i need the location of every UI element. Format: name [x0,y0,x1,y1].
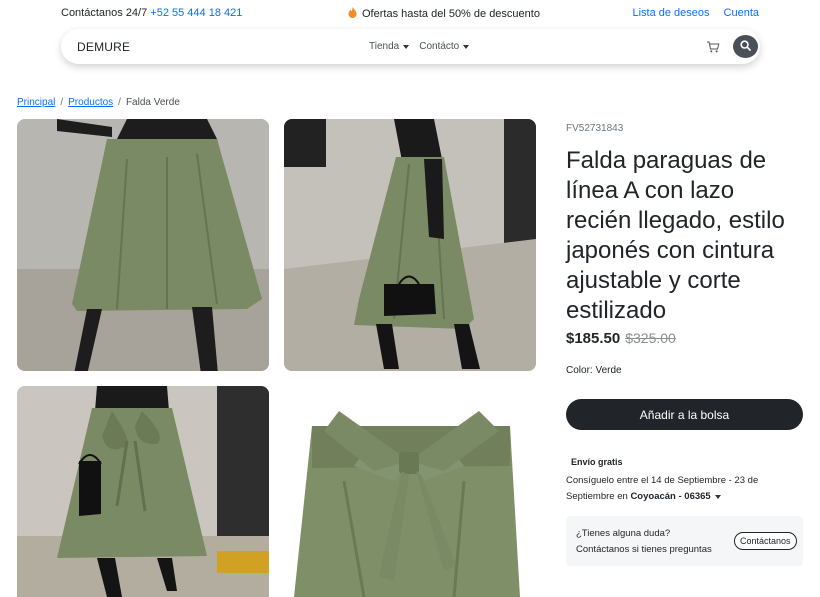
account-links: Lista de deseos Cuenta [632,7,759,19]
shipping-title: Envío gratis [571,457,623,467]
search-icon [740,38,751,56]
phone-link[interactable]: +52 55 444 18 421 [150,7,242,19]
breadcrumb-current: Falda Verde [125,97,180,108]
product-sku: FV52731843 [566,123,624,134]
help-subtitle: Contáctanos si tienes preguntas [576,544,712,555]
product-photo-2[interactable] [284,119,536,371]
shipping-location: Coyoacán - 06365 [630,491,711,502]
product-photo-3[interactable] [17,386,269,597]
breadcrumb-products[interactable]: Productos [68,97,113,108]
breadcrumb-home[interactable]: Principal [17,97,55,108]
help-box: ¿Tienes alguna duda? Contáctanos si tien… [566,516,803,566]
promo-text: Ofertas hasta del 50% de descuento [362,8,540,20]
color-value: Verde [595,365,622,376]
add-to-bag-button[interactable]: Añadir a la bolsa [566,399,803,430]
shipping-location-dropdown[interactable]: Coyoacán - 06365 [630,491,722,502]
brand-logo[interactable]: DEMURE [77,40,130,54]
navbar: DEMURE Tienda Contácto [61,29,760,64]
top-bar: Contáctanos 24/7 +52 55 444 18 421 Ofert… [0,0,820,26]
nav-item-tienda[interactable]: Tienda [369,41,410,52]
caret-down-icon [403,44,410,49]
breadcrumb: Principal / Productos / Falda Verde [17,97,180,108]
product-photo-4[interactable] [284,386,536,597]
product-price: $185.50 $325.00 [566,330,676,347]
breadcrumb-separator: / [118,97,121,108]
flame-icon [348,7,357,21]
current-price: $185.50 [566,330,621,347]
nav-item-label: Tienda [369,41,400,52]
caret-down-icon [463,44,470,49]
wishlist-link[interactable]: Lista de deseos [632,7,709,19]
caret-down-icon [715,495,722,499]
nav-item-contacto[interactable]: Contácto [419,41,470,52]
color-label: Color: [566,365,593,376]
cart-icon[interactable] [706,40,720,54]
breadcrumb-separator: / [60,97,64,108]
nav-item-label: Contácto [419,41,460,52]
promo-banner: Ofertas hasta del 50% de descuento [348,7,540,21]
product-photo-1[interactable] [17,119,269,371]
nav-menu: Tienda Contácto [369,41,470,52]
original-price: $325.00 [625,330,676,346]
product-title: Falda paraguas de línea A con lazo recié… [566,147,785,324]
product-color: Color: Verde [566,365,622,376]
search-button[interactable] [733,35,758,58]
shipping-info: Consíguelo entre el 14 de Septiembre - 2… [566,473,806,505]
contact-info: Contáctanos 24/7 +52 55 444 18 421 [61,7,242,19]
contact-button[interactable]: Contáctanos [734,532,797,550]
contact-label: Contáctanos 24/7 [61,7,148,19]
help-question: ¿Tienes alguna duda? [576,528,671,539]
account-link[interactable]: Cuenta [724,7,759,19]
